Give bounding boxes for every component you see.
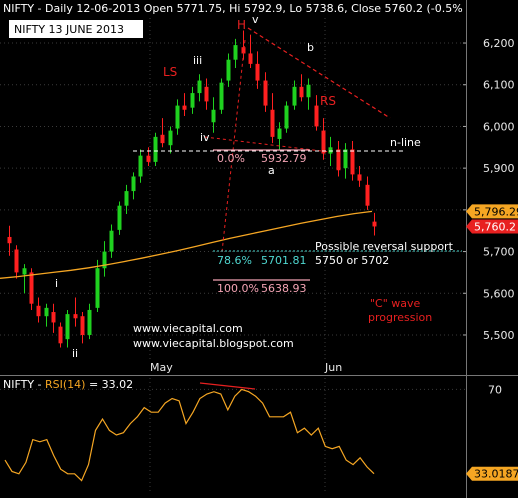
price-y-axis: 6,2006,1006,0005,9005,8005,7005,6005,500 bbox=[463, 37, 515, 342]
candle-body bbox=[343, 149, 348, 169]
candle-body bbox=[357, 174, 362, 181]
candle-body bbox=[80, 316, 85, 335]
label-c-wave-2: progression bbox=[368, 311, 432, 324]
candle-body bbox=[65, 314, 70, 340]
label-n-line: n-line bbox=[390, 136, 421, 149]
candle-body bbox=[146, 155, 151, 162]
price-badge-label: 5,760.2 bbox=[474, 220, 516, 233]
y-tick-label: 5,600 bbox=[483, 287, 515, 300]
candle-body bbox=[95, 268, 100, 308]
chart-header-text: NIFTY - Daily 12-06-2013 Open 5771.75, H… bbox=[3, 2, 463, 15]
candle-body bbox=[226, 59, 231, 81]
y-tick-label: 5,900 bbox=[483, 162, 515, 175]
candle-body bbox=[263, 80, 268, 106]
label-fib-0: 0.0% bbox=[217, 152, 245, 165]
y-tick-label: 6,100 bbox=[483, 79, 515, 92]
candle-body bbox=[350, 149, 355, 175]
y-tick-label: 6,000 bbox=[483, 120, 515, 133]
candle-body bbox=[73, 314, 78, 319]
candle-body bbox=[197, 80, 202, 94]
label-fib-786-value: 5701.81 bbox=[261, 254, 307, 267]
candle-body bbox=[22, 268, 27, 275]
candle-body bbox=[277, 128, 282, 139]
label-iv: iv bbox=[200, 131, 210, 144]
candle-body bbox=[255, 63, 260, 81]
y-tick-label: 5,700 bbox=[483, 246, 515, 259]
label-fib-100-value: 5638.93 bbox=[261, 282, 307, 295]
label-reversal-line-2: 5750 or 5702 bbox=[315, 254, 389, 267]
website-1: www.viecapital.com bbox=[133, 322, 243, 335]
candle-body bbox=[36, 305, 41, 317]
rsi-value-badge: 33.0187 bbox=[466, 466, 518, 481]
price-badges: 5,796.29 5,760.2 bbox=[466, 204, 518, 234]
candle-body bbox=[44, 307, 49, 317]
x-label-jun: Jun bbox=[324, 361, 342, 374]
candle-body bbox=[328, 147, 333, 154]
candle-body bbox=[7, 236, 12, 244]
label-fib-786: 78.6% bbox=[217, 254, 252, 267]
website-2: www.viecapital.blogspot.com bbox=[133, 337, 294, 350]
label-c-wave-1: "C" wave bbox=[370, 297, 421, 310]
label-fib-0-value: 5932.79 bbox=[261, 152, 307, 165]
candle-body bbox=[211, 109, 216, 123]
rsi-y-tick-label: 70 bbox=[488, 383, 502, 396]
chart-window: 6,2006,1006,0005,9005,8005,7005,6005,500… bbox=[0, 0, 518, 498]
label-reversal-line-1: Possible reversal support bbox=[315, 240, 454, 253]
candle-body bbox=[190, 93, 195, 108]
candle-body bbox=[233, 45, 238, 60]
candle-body bbox=[117, 205, 122, 230]
candle-body bbox=[168, 130, 173, 146]
candle-body bbox=[284, 105, 289, 129]
candle-body bbox=[372, 221, 377, 227]
candle-body bbox=[58, 326, 63, 344]
candle-body bbox=[204, 86, 209, 102]
rsi-y-axis: 70 bbox=[488, 383, 502, 396]
candle-body bbox=[29, 272, 34, 304]
price-badge: 5,760.2 bbox=[466, 219, 518, 234]
x-label-may: May bbox=[150, 361, 173, 374]
candle-body bbox=[248, 53, 253, 64]
candle-body bbox=[175, 105, 180, 129]
y-tick-label: 6,200 bbox=[483, 37, 515, 50]
rsi-divergence-line bbox=[199, 382, 256, 390]
candle-body bbox=[299, 86, 304, 98]
label-iii: iii bbox=[193, 54, 202, 67]
candle-body bbox=[182, 105, 187, 110]
candle-body bbox=[321, 130, 326, 154]
candle-body bbox=[51, 312, 56, 323]
candle-body bbox=[109, 230, 114, 252]
candle-body bbox=[124, 191, 129, 206]
y-tick-label: 5,500 bbox=[483, 329, 515, 342]
rsi-grid bbox=[0, 378, 466, 492]
candle-body bbox=[14, 249, 19, 273]
label-h: H bbox=[237, 18, 246, 32]
candle-body bbox=[153, 136, 158, 162]
candle-body bbox=[138, 155, 143, 177]
candle-body bbox=[314, 105, 319, 127]
candle-body bbox=[365, 184, 370, 206]
price-badge: 5,796.29 bbox=[466, 204, 518, 219]
candle-body bbox=[336, 149, 341, 171]
candle-body bbox=[131, 176, 136, 192]
label-rs: RS bbox=[320, 94, 336, 108]
rsi-header: NIFTY - RSI(14) = 33.02 bbox=[3, 378, 133, 391]
candle-body bbox=[219, 82, 224, 110]
candle-body bbox=[306, 84, 311, 98]
rsi-line bbox=[4, 388, 375, 482]
candle-body bbox=[270, 109, 275, 137]
label-ii: ii bbox=[72, 347, 78, 360]
label-a: a bbox=[268, 164, 275, 177]
chart-canvas: 6,2006,1006,0005,9005,8005,7005,6005,500… bbox=[0, 0, 518, 498]
price-badge-label: 5,796.29 bbox=[474, 205, 518, 218]
candle-body bbox=[160, 134, 165, 144]
label-i: i bbox=[55, 277, 58, 290]
candle-body bbox=[87, 309, 92, 335]
title-box-text: NIFTY 13 JUNE 2013 bbox=[14, 23, 124, 36]
rsi-value-label: 33.0187 bbox=[474, 468, 518, 481]
candle-body bbox=[292, 86, 297, 106]
label-b: b bbox=[307, 41, 314, 54]
label-ls: LS bbox=[163, 65, 177, 79]
label-fib-100: 100.0% bbox=[217, 282, 259, 295]
